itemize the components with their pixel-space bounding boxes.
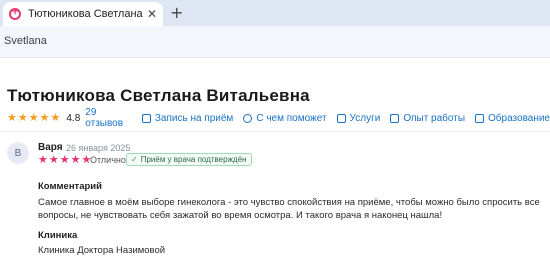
nav-experience-label: Опыт работы [403,112,466,124]
check-icon: ✓ [131,155,138,164]
url-text: Svetlana [4,35,47,47]
star-icon: ★ [70,153,81,166]
nav-helps-with-label: С чем поможет [256,112,327,124]
review-quality: Отлично [90,155,126,165]
nav-appointment[interactable]: Запись на приём [141,112,234,124]
star-icon: ★ [50,111,61,124]
document-icon [336,113,346,123]
star-icon: ★ [48,153,59,166]
star-icon: ★ [28,111,39,124]
address-bar[interactable]: Svetlana [0,26,550,58]
nav-appointment-label: Запись на приём [154,112,234,124]
review-date: 26 января 2025 [66,143,131,153]
doctor-meta-row: ★ ★ ★ ★ ★ 4.8 29 отзывов Запись на приём… [7,107,550,129]
nav-education-label: Образование [488,112,550,124]
nav-services-label: Услуги [349,112,381,124]
doctor-name: Тютюникова Светлана Витальевна [7,86,310,105]
verified-label: Приём у врача подтверждён [140,155,247,164]
close-tab-icon[interactable]: ✕ [147,7,157,21]
tab-title: Тютюникова Светлана Витальевна [28,8,143,20]
browser-tab-strip: Тютюникова Светлана Витальевна ✕ + [0,0,550,26]
verified-badge: ✓ Приём у врача подтверждён [126,153,253,166]
clinic-name[interactable]: Клиника Доктора Назимовой [38,245,165,256]
browser-tab[interactable]: Тютюникова Светлана Витальевна ✕ [3,2,163,26]
avatar: В [7,142,29,164]
star-icon: ★ [7,111,17,124]
comment-text: Самое главное в моём выборе гинеколога -… [38,197,540,221]
nav-education[interactable]: Образование [475,113,550,124]
star-icon: ★ [38,153,48,166]
reviewer-name: Варя [38,142,63,153]
favicon-icon [9,6,21,20]
review-stars: ★ ★ ★ ★ ★ [38,154,92,166]
comment-heading: Комментарий [38,181,102,192]
nav-helps-with[interactable]: С чем поможет [243,112,327,124]
clinic-heading: Клиника [38,230,78,241]
nav-services[interactable]: Услуги [336,112,381,124]
nav-experience[interactable]: Опыт работы [390,113,465,124]
rating-stars: ★ ★ ★ ★ ★ [7,112,61,124]
star-icon: ★ [17,111,28,124]
star-icon: ★ [39,111,50,124]
rating-value: 4.8 [66,112,81,124]
section-divider [0,131,550,132]
calendar-icon [141,113,151,123]
briefcase-icon [390,113,400,123]
graduation-icon [475,113,485,123]
new-tab-button[interactable]: + [170,3,183,22]
star-icon: ★ [59,153,70,166]
chat-icon [243,113,253,123]
reviews-link[interactable]: 29 отзывов [85,107,132,129]
